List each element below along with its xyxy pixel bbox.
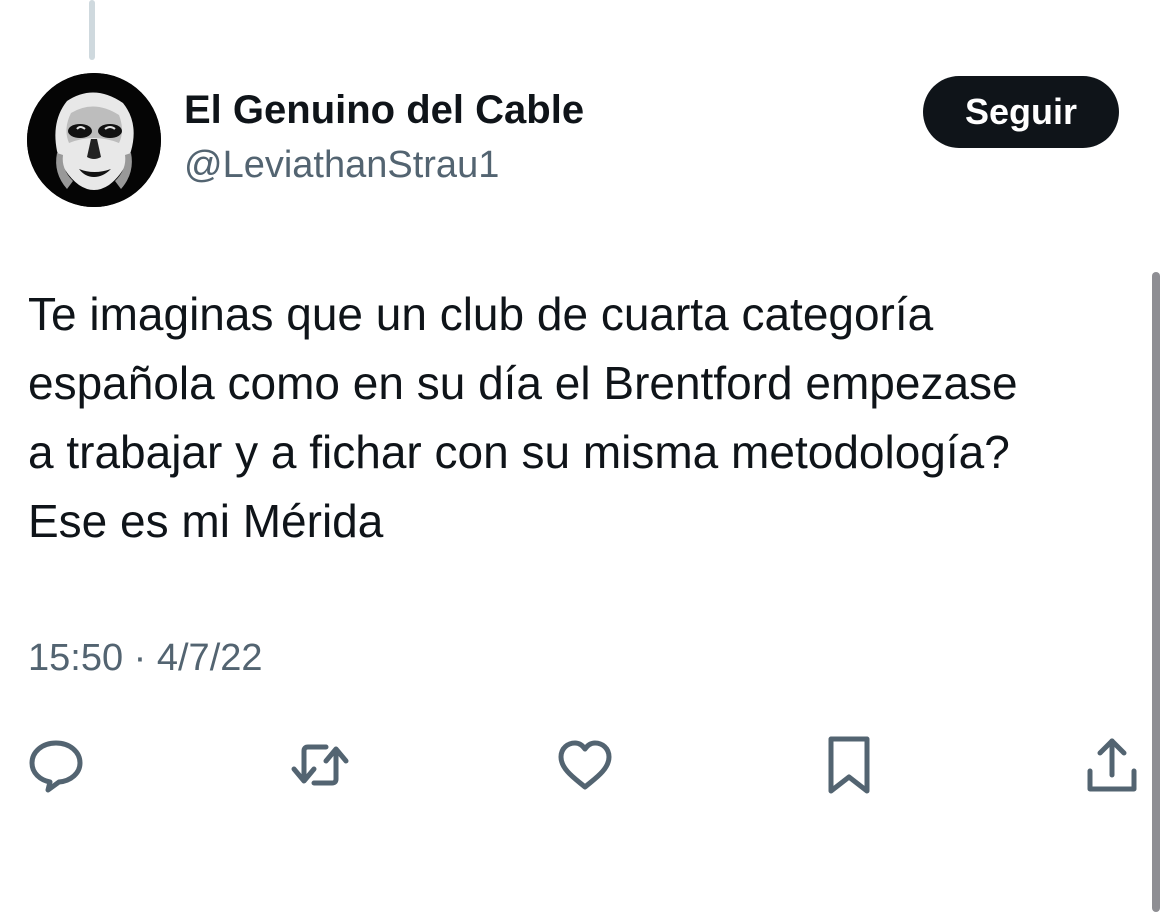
avatar[interactable]	[27, 73, 161, 207]
retweet-icon	[291, 744, 349, 786]
tweet-text-line: a trabajar y a fichar con su misma metod…	[28, 426, 1010, 478]
scrollbar[interactable]	[1152, 272, 1160, 912]
author-handle[interactable]: @LeviathanStrau1	[184, 144, 499, 187]
author-display-name[interactable]: El Genuino del Cable	[184, 88, 584, 133]
share-button[interactable]	[1082, 735, 1142, 795]
tweet-timestamp[interactable]: 15:50 · 4/7/22	[28, 637, 263, 680]
like-button[interactable]	[555, 735, 615, 795]
follow-button[interactable]: Seguir	[923, 76, 1119, 148]
tweet-text-line: Te imaginas que un club de cuarta catego…	[28, 288, 934, 340]
reply-icon	[29, 740, 83, 793]
reply-button[interactable]	[26, 735, 86, 795]
retweet-button[interactable]	[290, 735, 350, 795]
tweet-text-line: Ese es mi Mérida	[28, 495, 384, 547]
bookmark-icon	[828, 736, 870, 794]
like-icon	[558, 740, 612, 790]
tweet-text-line: española como en su día el Brentford emp…	[28, 357, 1018, 409]
bookmark-button[interactable]	[819, 735, 879, 795]
avatar-image	[27, 73, 161, 207]
share-icon	[1087, 738, 1137, 792]
tweet-text: Te imaginas que un club de cuarta catego…	[28, 280, 1138, 556]
thread-connector-line	[89, 0, 95, 60]
